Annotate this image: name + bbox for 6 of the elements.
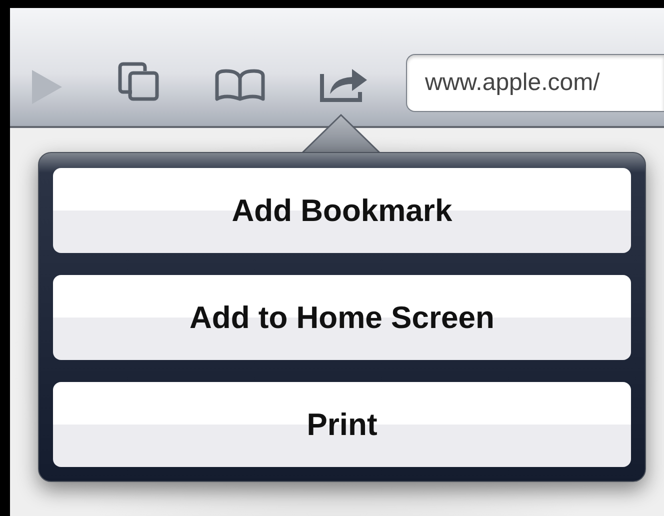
menu-button[interactable]: Print	[53, 382, 631, 467]
menu-button[interactable]: Add to Home Screen	[53, 275, 631, 360]
tabs-icon[interactable]	[118, 62, 160, 102]
book-icon[interactable]	[214, 68, 266, 102]
menu-button[interactable]: Add Bookmark	[53, 168, 631, 253]
url-field[interactable]: www.apple.com/	[406, 54, 664, 112]
